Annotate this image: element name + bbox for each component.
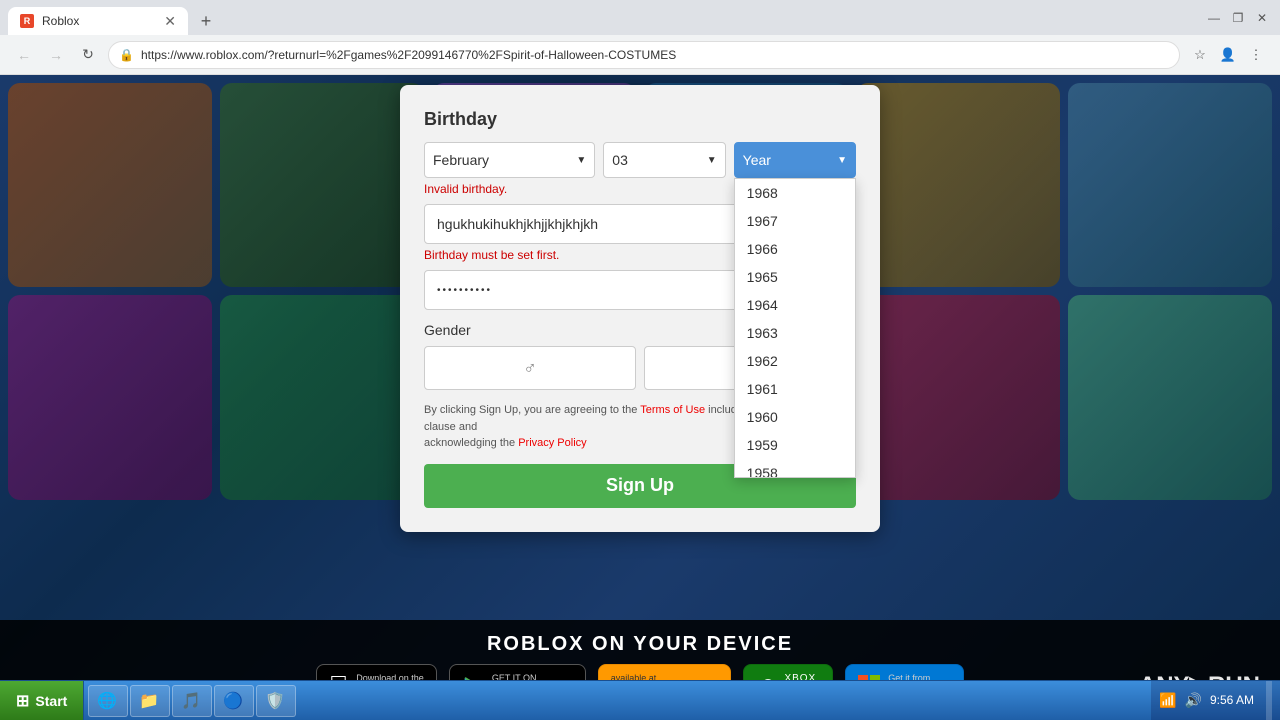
windows-icon: ⊞ [16,691,29,711]
year-chevron-icon: ▼ [837,155,847,166]
taskbar-items: 🌐 📁 🎵 🔵 🛡️ [84,681,1151,720]
bg-tile [1068,295,1272,499]
year-option[interactable]: 1967 [735,207,855,235]
close-button[interactable]: ✕ [1252,8,1272,28]
year-option[interactable]: 1958 [735,459,855,478]
terms-link[interactable]: Terms of Use [640,404,705,416]
media-icon: 🎵 [181,691,201,711]
back-button[interactable]: ← [12,43,36,67]
taskbar-security-button[interactable]: 🛡️ [256,685,296,717]
address-actions: ☆ 👤 ⋮ [1188,43,1268,67]
taskbar-ie-button[interactable]: 🌐 [88,685,128,717]
bg-tile [8,295,212,499]
maximize-button[interactable]: ❐ [1228,8,1248,28]
explorer-icon: 📁 [139,691,159,711]
bookmark-button[interactable]: ☆ [1188,43,1212,67]
show-desktop-button[interactable] [1266,681,1272,720]
taskbar-explorer-button[interactable]: 📁 [130,685,170,717]
taskbar-chrome-button[interactable]: 🔵 [214,685,254,717]
password-dots: •••••••••• [437,285,492,296]
year-option[interactable]: 1959 [735,431,855,459]
system-tray: 📶 🔊 9:56 AM [1151,681,1280,720]
security-icon: 🛡️ [265,691,285,711]
menu-button[interactable]: ⋮ [1244,43,1268,67]
year-option[interactable]: 1963 [735,319,855,347]
bg-tile [856,295,1060,499]
main-content: Birthday February ▼ 03 ▼ [0,75,1280,720]
year-dropdown-button[interactable]: Year ▼ [734,142,856,178]
year-option[interactable]: 1966 [735,235,855,263]
window-controls: — ❐ ✕ [1204,8,1272,28]
taskbar-media-button[interactable]: 🎵 [172,685,212,717]
birthday-row: February ▼ 03 ▼ Year ▼ [424,142,856,178]
bottom-title: ROBLOX ON YOUR DEVICE [487,633,793,656]
year-option[interactable]: 1965 [735,263,855,291]
year-option[interactable]: 1968 [735,179,855,207]
bg-tile [1068,83,1272,287]
bg-tile [8,83,212,287]
profile-button[interactable]: 👤 [1216,43,1240,67]
day-chevron-icon: ▼ [707,155,717,166]
year-option[interactable]: 1964 [735,291,855,319]
minimize-button[interactable]: — [1204,8,1224,28]
privacy-link[interactable]: Privacy Policy [518,437,586,449]
network-tray-icon: 📶 [1159,692,1176,709]
year-dropdown-list: 1968196719661965196419631962196119601959… [734,178,856,478]
start-button[interactable]: ⊞ Start [0,681,84,720]
ie-icon: 🌐 [97,691,117,711]
forward-button[interactable]: → [44,43,68,67]
year-option[interactable]: 1962 [735,347,855,375]
birthday-label: Birthday [424,109,856,130]
bg-tile [220,83,424,287]
browser-tab[interactable]: R Roblox ✕ [8,7,188,35]
system-clock: 9:56 AM [1210,692,1254,709]
male-icon: ♂ [523,358,537,379]
day-selector: 03 ▼ [603,142,725,178]
tab-area: R Roblox ✕ + [8,0,220,35]
browser-titlebar: R Roblox ✕ + — ❐ ✕ [0,0,1280,35]
gender-male-button[interactable]: ♂ [424,346,636,390]
month-chevron-icon: ▼ [576,155,586,166]
volume-tray-icon: 🔊 [1185,692,1202,709]
new-tab-button[interactable]: + [192,7,220,35]
tab-title: Roblox [42,14,79,28]
address-bar: ← → ↻ 🔒 https://www.roblox.com/?returnur… [0,35,1280,75]
month-dropdown-button[interactable]: February ▼ [424,142,595,178]
start-label: Start [35,693,67,709]
month-selector: February ▼ [424,142,595,178]
refresh-button[interactable]: ↻ [76,43,100,67]
taskbar: ⊞ Start 🌐 📁 🎵 🔵 🛡️ 📶 🔊 9:56 AM [0,680,1280,720]
lock-icon: 🔒 [119,48,134,62]
signup-modal: Birthday February ▼ 03 ▼ [400,85,880,532]
tab-favicon: R [20,14,34,28]
year-option[interactable]: 1960 [735,403,855,431]
bg-tile [856,83,1060,287]
tab-close-button[interactable]: ✕ [164,13,176,30]
year-option[interactable]: 1961 [735,375,855,403]
chrome-icon: 🔵 [223,691,243,711]
year-selector: Year ▼ 196819671966196519641963196219611… [734,142,856,178]
bg-tile [220,295,424,499]
day-dropdown-button[interactable]: 03 ▼ [603,142,725,178]
url-display[interactable]: https://www.roblox.com/?returnurl=%2Fgam… [141,48,676,62]
